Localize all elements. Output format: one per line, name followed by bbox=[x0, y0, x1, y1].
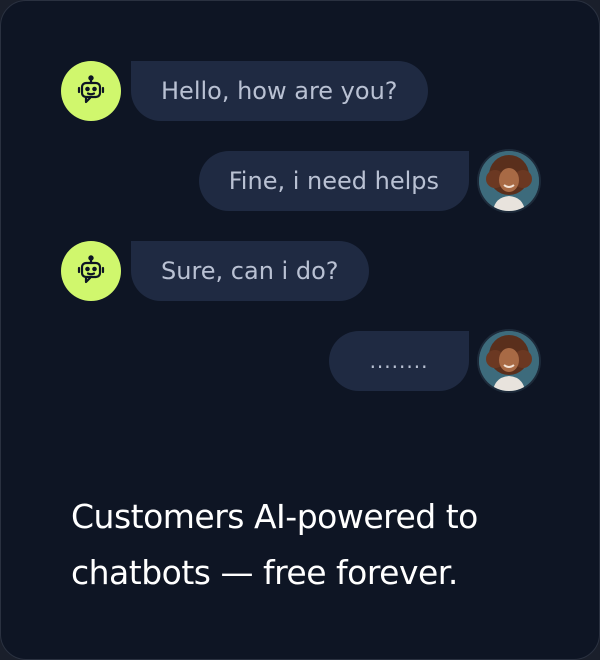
headline-line-2: chatbots — free forever. bbox=[71, 553, 458, 592]
message-bubble: Hello, how are you? bbox=[131, 61, 428, 121]
message-bubble: Sure, can i do? bbox=[131, 241, 369, 301]
user-avatar bbox=[479, 331, 539, 391]
typing-indicator-bubble: ........ bbox=[329, 331, 469, 391]
user-photo-avatar bbox=[479, 151, 539, 211]
bot-avatar bbox=[61, 61, 121, 121]
typing-dots: ........ bbox=[369, 349, 429, 373]
bot-avatar bbox=[61, 241, 121, 301]
user-avatar bbox=[479, 151, 539, 211]
message-bubble: Fine, i need helps bbox=[198, 151, 469, 211]
chat-message-user-1: Fine, i need helps bbox=[198, 151, 539, 211]
headline-line-1: Customers AI-powered to bbox=[71, 497, 478, 536]
headline: Customers AI-powered to chatbots — free … bbox=[71, 489, 551, 601]
chat-card: Hello, how are you? Fine, i need helps S… bbox=[0, 0, 600, 660]
chat-message-bot-1: Hello, how are you? bbox=[61, 61, 428, 121]
user-photo-avatar bbox=[479, 331, 539, 391]
chat-message-bot-2: Sure, can i do? bbox=[61, 241, 369, 301]
robot-icon bbox=[77, 75, 105, 104]
chat-message-user-2: ........ bbox=[329, 331, 539, 391]
robot-icon bbox=[77, 255, 105, 284]
